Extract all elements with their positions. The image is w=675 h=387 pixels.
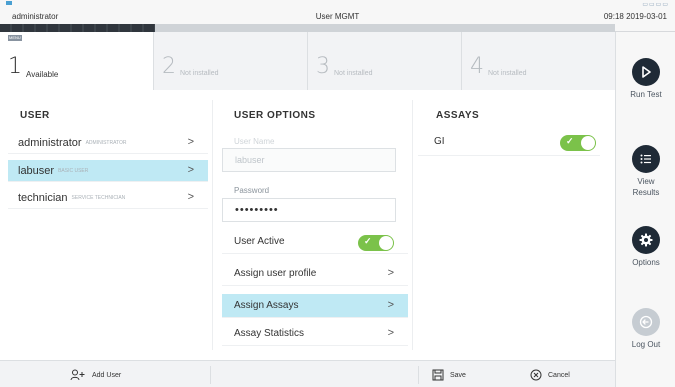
option-label: Assay Statistics bbox=[234, 328, 305, 339]
screen-title: User MGMT bbox=[315, 12, 360, 21]
username-field: labuser bbox=[222, 148, 396, 172]
assay-gi-toggle[interactable]: ✓ bbox=[560, 135, 596, 151]
option-label: Assign user profile bbox=[234, 268, 317, 279]
view-results-button[interactable]: View Results bbox=[616, 145, 675, 198]
user-options-panel: USER OPTIONS User Name labuser Password … bbox=[218, 90, 408, 360]
view-results-label: View Results bbox=[632, 177, 660, 197]
main-content: USER administrator Administrator > labus… bbox=[0, 90, 615, 360]
user-name: technician bbox=[18, 191, 68, 204]
window-controls-icon: ▭▭▭▭ bbox=[642, 1, 669, 8]
tab-status: Not installed bbox=[488, 70, 527, 77]
cancel-button[interactable]: Cancel bbox=[530, 367, 570, 383]
chevron-right-icon: > bbox=[387, 327, 394, 339]
cancel-icon bbox=[530, 369, 542, 381]
check-icon: ✓ bbox=[566, 136, 574, 146]
play-icon bbox=[632, 58, 660, 86]
logo-mark bbox=[6, 1, 12, 5]
chevron-right-icon: > bbox=[187, 164, 194, 176]
chevron-right-icon: > bbox=[387, 267, 394, 279]
assign-assays-row[interactable]: Assign Assays > bbox=[222, 294, 408, 318]
chevron-right-icon: > bbox=[187, 136, 194, 148]
assays-panel: ASSAYS GI ✓ bbox=[418, 90, 608, 360]
assays-heading: ASSAYS bbox=[436, 110, 480, 121]
chevron-right-icon: > bbox=[387, 299, 394, 311]
user-panel-heading: USER bbox=[20, 110, 50, 121]
run-test-button[interactable]: Run Test bbox=[616, 58, 675, 100]
assay-statistics-row[interactable]: Assay Statistics > bbox=[222, 322, 408, 346]
user-row-administrator[interactable]: administrator Administrator > bbox=[8, 132, 208, 154]
tab-number: 2 bbox=[162, 54, 176, 79]
add-user-button[interactable]: Add User bbox=[70, 367, 121, 383]
user-row-technician[interactable]: technician Service technician > bbox=[8, 187, 208, 209]
user-active-label: User Active bbox=[234, 236, 285, 247]
top-bar: ▭▭▭▭ administrator User MGMT 09:18 2019-… bbox=[0, 0, 675, 32]
options-label: Options bbox=[632, 258, 660, 267]
username-label: User Name bbox=[234, 137, 275, 146]
cancel-label: Cancel bbox=[548, 371, 570, 379]
user-name: labuser bbox=[18, 164, 55, 177]
tab-number: 4 bbox=[470, 54, 484, 79]
tab-number: 3 bbox=[316, 54, 330, 79]
right-sidebar: Run Test View Results Options Log Out bbox=[615, 32, 675, 387]
password-field[interactable]: ••••••••• bbox=[222, 198, 396, 222]
assay-name: GI bbox=[434, 136, 445, 147]
user-active-toggle[interactable]: ✓ bbox=[358, 235, 394, 251]
options-button[interactable]: Options bbox=[616, 226, 675, 268]
tab-status: Not installed bbox=[334, 70, 373, 77]
user-row-labuser[interactable]: labuser Basic user > bbox=[8, 160, 208, 182]
logout-icon bbox=[632, 308, 660, 336]
add-user-label: Add User bbox=[92, 371, 122, 379]
save-icon bbox=[432, 369, 444, 381]
menu-mini-label: MENU bbox=[9, 35, 21, 40]
datetime: 09:18 2019-03-01 bbox=[603, 12, 667, 21]
logout-label: Log Out bbox=[631, 340, 661, 349]
check-icon: ✓ bbox=[364, 236, 372, 246]
add-user-icon bbox=[70, 369, 85, 381]
user-options-heading: USER OPTIONS bbox=[234, 110, 316, 121]
tab-module-3[interactable]: 3 Not installed bbox=[308, 32, 462, 90]
bottom-bar: Add User Save Cancel bbox=[0, 360, 615, 387]
save-label: Save bbox=[450, 371, 466, 379]
user-role: Basic user bbox=[58, 167, 89, 174]
tab-number: 1 bbox=[8, 54, 22, 79]
tab-module-2[interactable]: 2 Not installed bbox=[154, 32, 308, 90]
chevron-right-icon: > bbox=[187, 191, 194, 203]
user-role: Service technician bbox=[71, 194, 126, 201]
tab-status: Available bbox=[26, 70, 59, 79]
user-role: Administrator bbox=[85, 139, 127, 146]
option-label: Assign Assays bbox=[234, 300, 299, 311]
gear-icon bbox=[632, 226, 660, 254]
tab-module-1[interactable]: MENU 1 Available bbox=[0, 32, 154, 90]
module-tabs: MENU 1 Available 2 Not installed 3 Not i… bbox=[0, 32, 616, 90]
tab-status: Not installed bbox=[180, 70, 219, 77]
assign-user-profile-row[interactable]: Assign user profile > bbox=[222, 262, 408, 286]
save-button[interactable]: Save bbox=[432, 367, 466, 383]
user-name: administrator bbox=[18, 136, 82, 149]
user-panel: USER administrator Administrator > labus… bbox=[8, 90, 208, 360]
password-label: Password bbox=[234, 186, 270, 195]
module-1-indicator bbox=[0, 24, 155, 32]
run-test-label: Run Test bbox=[630, 90, 662, 99]
logout-button[interactable]: Log Out bbox=[616, 308, 675, 350]
list-icon bbox=[632, 145, 660, 173]
tab-module-4[interactable]: 4 Not installed bbox=[462, 32, 616, 90]
